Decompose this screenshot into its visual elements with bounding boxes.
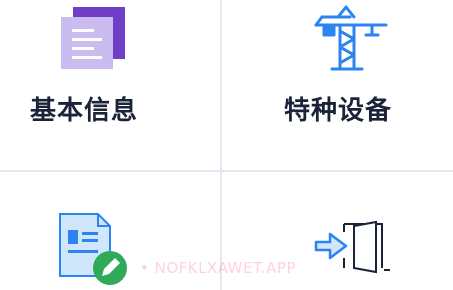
document-list-icon [57,5,131,75]
tile-id-card[interactable] [0,172,220,290]
id-card-edit-icon [58,212,134,290]
tile-label: 基本信息 [30,96,139,126]
door-enter-icon [312,220,392,280]
vertical-divider [220,0,222,290]
menu-grid: 基本信息 特种设备 • NOFKLXAWET.APP [0,0,453,290]
tile-entry[interactable] [222,172,453,290]
tile-label: 特种设备 [284,96,393,126]
tile-basic-info[interactable]: 基本信息 [0,0,220,170]
horizontal-divider [0,170,453,172]
tower-crane-icon [310,5,390,77]
tile-special-equipment[interactable]: 特种设备 [222,0,453,170]
